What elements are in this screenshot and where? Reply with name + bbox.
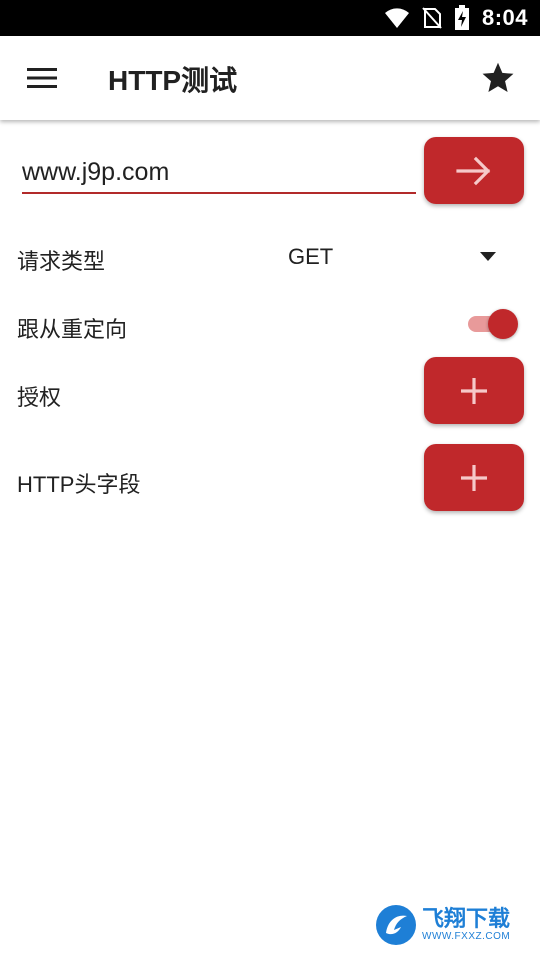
toggle-thumb [488,309,518,339]
page-title: HTTP测试 [108,65,238,96]
menu-button[interactable] [20,58,64,98]
plus-icon [461,377,487,404]
toolbar: HTTP测试 [0,36,540,120]
arrow-right-icon [456,156,491,185]
status-time: 8:04 [481,5,528,30]
favorite-button[interactable] [476,56,520,100]
authorization-label: 授权 [17,385,62,410]
add-authorization-button[interactable] [424,357,524,424]
request-method-select[interactable]: GET [288,242,508,274]
status-bar: 8:04 [0,0,540,36]
plus-icon [461,464,487,491]
watermark-name: 飞翔下载 [422,906,511,931]
watermark-url: WWW.FXXZ.COM [422,931,511,942]
no-sim-icon [422,7,442,29]
status-icons: 8:04 [384,0,528,36]
battery-charging-icon [454,5,469,30]
send-request-button[interactable] [424,137,524,204]
request-type-label: 请求类型 [17,249,106,274]
menu-icon [27,68,57,88]
request-method-value: GET [288,244,334,269]
url-input[interactable] [22,152,416,194]
follow-redirect-label: 跟从重定向 [17,317,128,342]
fxxz-logo-icon [376,905,416,945]
dropdown-arrow-icon [480,252,496,261]
add-http-header-button[interactable] [424,444,524,511]
follow-redirect-toggle[interactable] [466,306,522,340]
watermark-text: 飞翔下载 WWW.FXXZ.COM [422,907,510,943]
watermark: 飞翔下载 WWW.FXXZ.COM [374,902,530,948]
http-headers-label: HTTP头字段 [17,472,141,497]
star-icon [482,62,514,92]
wifi-icon [384,8,409,28]
